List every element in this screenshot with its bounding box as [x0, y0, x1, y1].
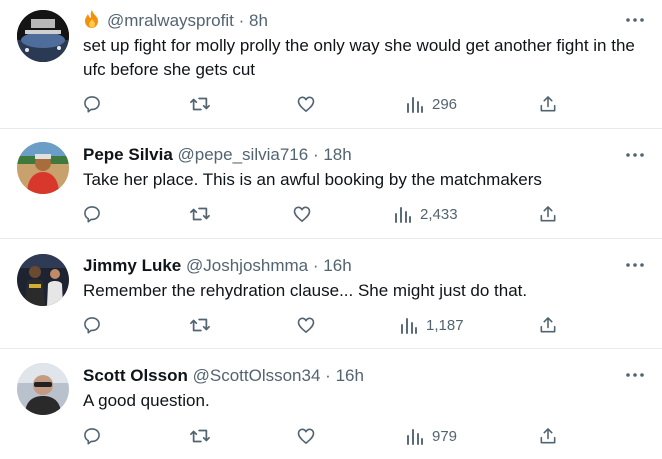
view-count: 1,187 [426, 316, 464, 334]
tweet-header: Pepe Silvia @pepe_silvia716 · 18h [83, 145, 352, 165]
user-handle[interactable]: @Joshjoshmma [186, 256, 308, 275]
views-icon [406, 94, 424, 114]
tweet-text: Take her place. This is an awful booking… [83, 170, 542, 189]
tweet-text: A good question. [83, 391, 210, 410]
reply-icon [82, 426, 102, 446]
timestamp[interactable]: 16h [336, 366, 364, 385]
user-handle[interactable]: @ScottOlsson34 [193, 366, 321, 385]
views-button[interactable]: 296 [406, 92, 457, 116]
retweet-icon [189, 94, 211, 114]
share-icon [538, 315, 558, 335]
view-count: 296 [432, 95, 458, 113]
more-icon[interactable] [624, 260, 646, 270]
user-name[interactable]: Scott Olsson [83, 366, 188, 385]
share-button[interactable] [538, 92, 558, 116]
view-count: 979 [432, 427, 458, 445]
action-bar: 1,187 [0, 313, 662, 337]
more-icon[interactable] [624, 15, 646, 25]
like-button[interactable] [292, 202, 312, 226]
user-handle[interactable]: @mralwaysprofit [107, 11, 234, 30]
tweet-2[interactable]: Pepe Silvia @pepe_silvia716 · 18h Take h… [0, 129, 662, 238]
user-name[interactable]: Jimmy Luke [83, 256, 181, 275]
share-button[interactable] [538, 313, 558, 337]
reply-button[interactable] [82, 202, 102, 226]
tweet-4[interactable]: Scott Olsson @ScottOlsson34 · 16h A good… [0, 349, 662, 459]
like-icon [296, 315, 316, 335]
like-button[interactable] [296, 92, 316, 116]
tweet-text: Remember the rehydration clause... She m… [83, 281, 528, 300]
views-button[interactable]: 2,433 [394, 202, 458, 226]
like-icon [292, 204, 312, 224]
more-icon[interactable] [624, 370, 646, 380]
avatar[interactable] [17, 363, 69, 415]
views-button[interactable]: 1,187 [400, 313, 464, 337]
timestamp[interactable]: 16h [323, 256, 351, 275]
reply-icon [82, 315, 102, 335]
retweet-button[interactable] [189, 92, 211, 116]
retweet-icon [189, 426, 211, 446]
timestamp[interactable]: 8h [249, 11, 268, 30]
more-icon[interactable] [624, 150, 646, 160]
retweet-icon [189, 204, 211, 224]
view-count: 2,433 [420, 205, 458, 223]
retweet-button[interactable] [189, 202, 211, 226]
tweet-header: @mralwaysprofit · 8h [83, 9, 268, 34]
share-button[interactable] [538, 424, 558, 448]
tweet-header: Jimmy Luke @Joshjoshmma · 16h [83, 256, 352, 276]
reply-icon [82, 204, 102, 224]
share-icon [538, 426, 558, 446]
views-icon [394, 204, 412, 224]
reply-feed: @mralwaysprofit · 8h set up fight for mo… [0, 0, 662, 459]
user-name[interactable]: Pepe Silvia [83, 145, 173, 164]
views-icon [400, 315, 418, 335]
like-button[interactable] [296, 313, 316, 337]
retweet-icon [189, 315, 211, 335]
views-button[interactable]: 979 [406, 424, 457, 448]
retweet-button[interactable] [189, 313, 211, 337]
action-bar: 2,433 [0, 202, 662, 226]
avatar[interactable] [17, 142, 69, 194]
like-button[interactable] [296, 424, 316, 448]
separator-dot: · [312, 256, 319, 275]
user-handle[interactable]: @pepe_silvia716 [178, 145, 309, 164]
separator-dot: · [238, 11, 245, 30]
fire-icon [83, 9, 101, 34]
action-bar: 296 [0, 92, 662, 116]
reply-button[interactable] [82, 424, 102, 448]
separator-dot: · [325, 366, 331, 385]
reply-icon [82, 94, 102, 114]
views-icon [406, 426, 424, 446]
share-icon [538, 94, 558, 114]
tweet-text: set up fight for molly prolly the only w… [83, 36, 635, 79]
tweet-header: Scott Olsson @ScottOlsson34 · 16h [83, 366, 364, 386]
like-icon [296, 426, 316, 446]
timestamp[interactable]: 18h [323, 145, 351, 164]
share-icon [538, 204, 558, 224]
retweet-button[interactable] [189, 424, 211, 448]
avatar[interactable] [17, 10, 69, 62]
action-bar: 979 [0, 424, 662, 448]
separator-dot: · [312, 145, 319, 164]
reply-button[interactable] [82, 92, 102, 116]
tweet-1[interactable]: @mralwaysprofit · 8h set up fight for mo… [0, 0, 662, 128]
share-button[interactable] [538, 202, 558, 226]
reply-button[interactable] [82, 313, 102, 337]
tweet-3[interactable]: Jimmy Luke @Joshjoshmma · 16h Remember t… [0, 239, 662, 348]
avatar[interactable] [17, 254, 69, 306]
like-icon [296, 94, 316, 114]
